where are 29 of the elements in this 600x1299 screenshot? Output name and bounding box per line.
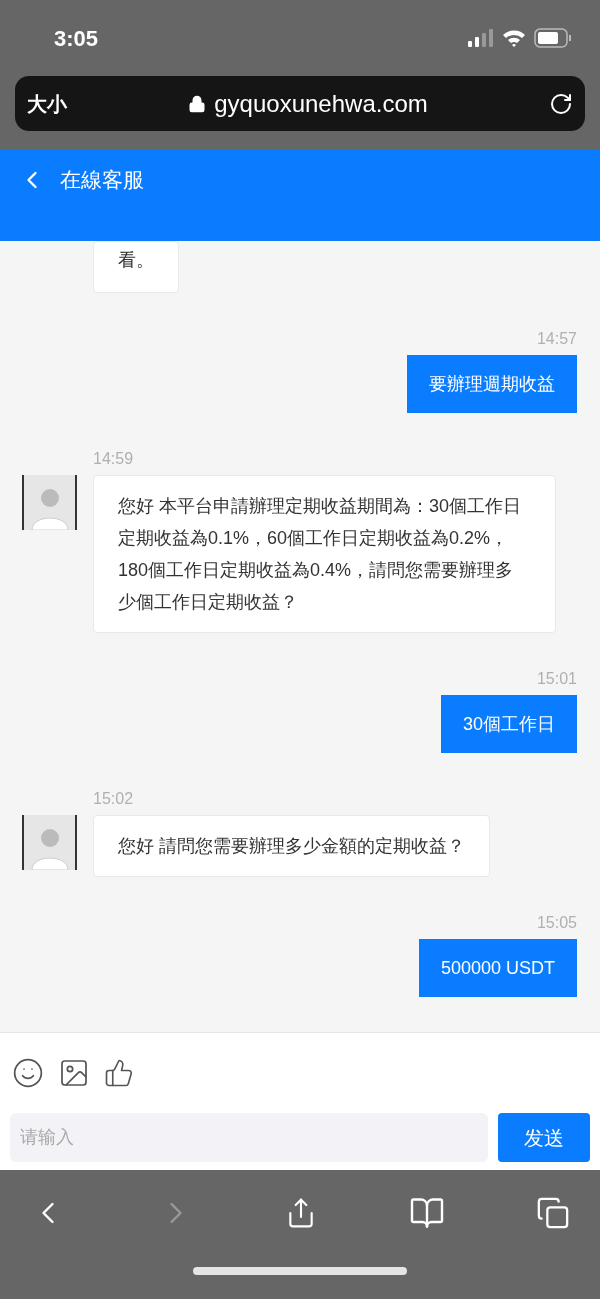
- send-button[interactable]: 发送: [498, 1113, 590, 1162]
- message-time: 15:02: [92, 789, 135, 809]
- sent-message: 要辦理週期收益: [407, 355, 577, 413]
- message-time: 14:59: [92, 449, 135, 469]
- sent-message: 500000 USDT: [418, 939, 577, 997]
- tabs-icon[interactable]: [536, 1195, 570, 1230]
- message-input[interactable]: 请输入: [10, 1113, 488, 1162]
- lock-icon: [188, 94, 207, 113]
- message-time: 15:05: [535, 913, 578, 933]
- avatar: [22, 815, 77, 870]
- avatar: [22, 475, 77, 530]
- header-title: 在線客服: [60, 167, 144, 193]
- received-message: 您好 請問您需要辦理多少金額的定期收益？: [93, 815, 490, 877]
- signal-icon: [468, 29, 494, 47]
- url-text: gyquoxunehwa.com: [214, 88, 428, 119]
- status-time: 3:05: [54, 24, 99, 53]
- received-message: 看。: [93, 241, 179, 293]
- thumbs-up-icon[interactable]: [104, 1058, 134, 1088]
- message-time: 15:01: [535, 669, 578, 689]
- received-message: 您好 本平台申請辦理定期收益期間為：30個工作日定期收益為0.1%，60個工作日定期收益為0.2%，180個工作日定期收益為0.4%，請問您需要辦理多少個工作日定期收益？: [93, 475, 556, 633]
- image-icon[interactable]: [58, 1057, 90, 1089]
- wifi-icon: [502, 29, 526, 47]
- reload-icon[interactable]: [549, 91, 573, 116]
- sent-message: 30個工作日: [440, 695, 577, 753]
- message-time: 14:57: [535, 329, 578, 349]
- battery-icon: [534, 28, 572, 48]
- emoji-icon[interactable]: [12, 1057, 44, 1089]
- text-size-button[interactable]: 大小: [27, 88, 67, 119]
- address-bar[interactable]: 大小 gyquoxunehwa.com: [15, 76, 585, 131]
